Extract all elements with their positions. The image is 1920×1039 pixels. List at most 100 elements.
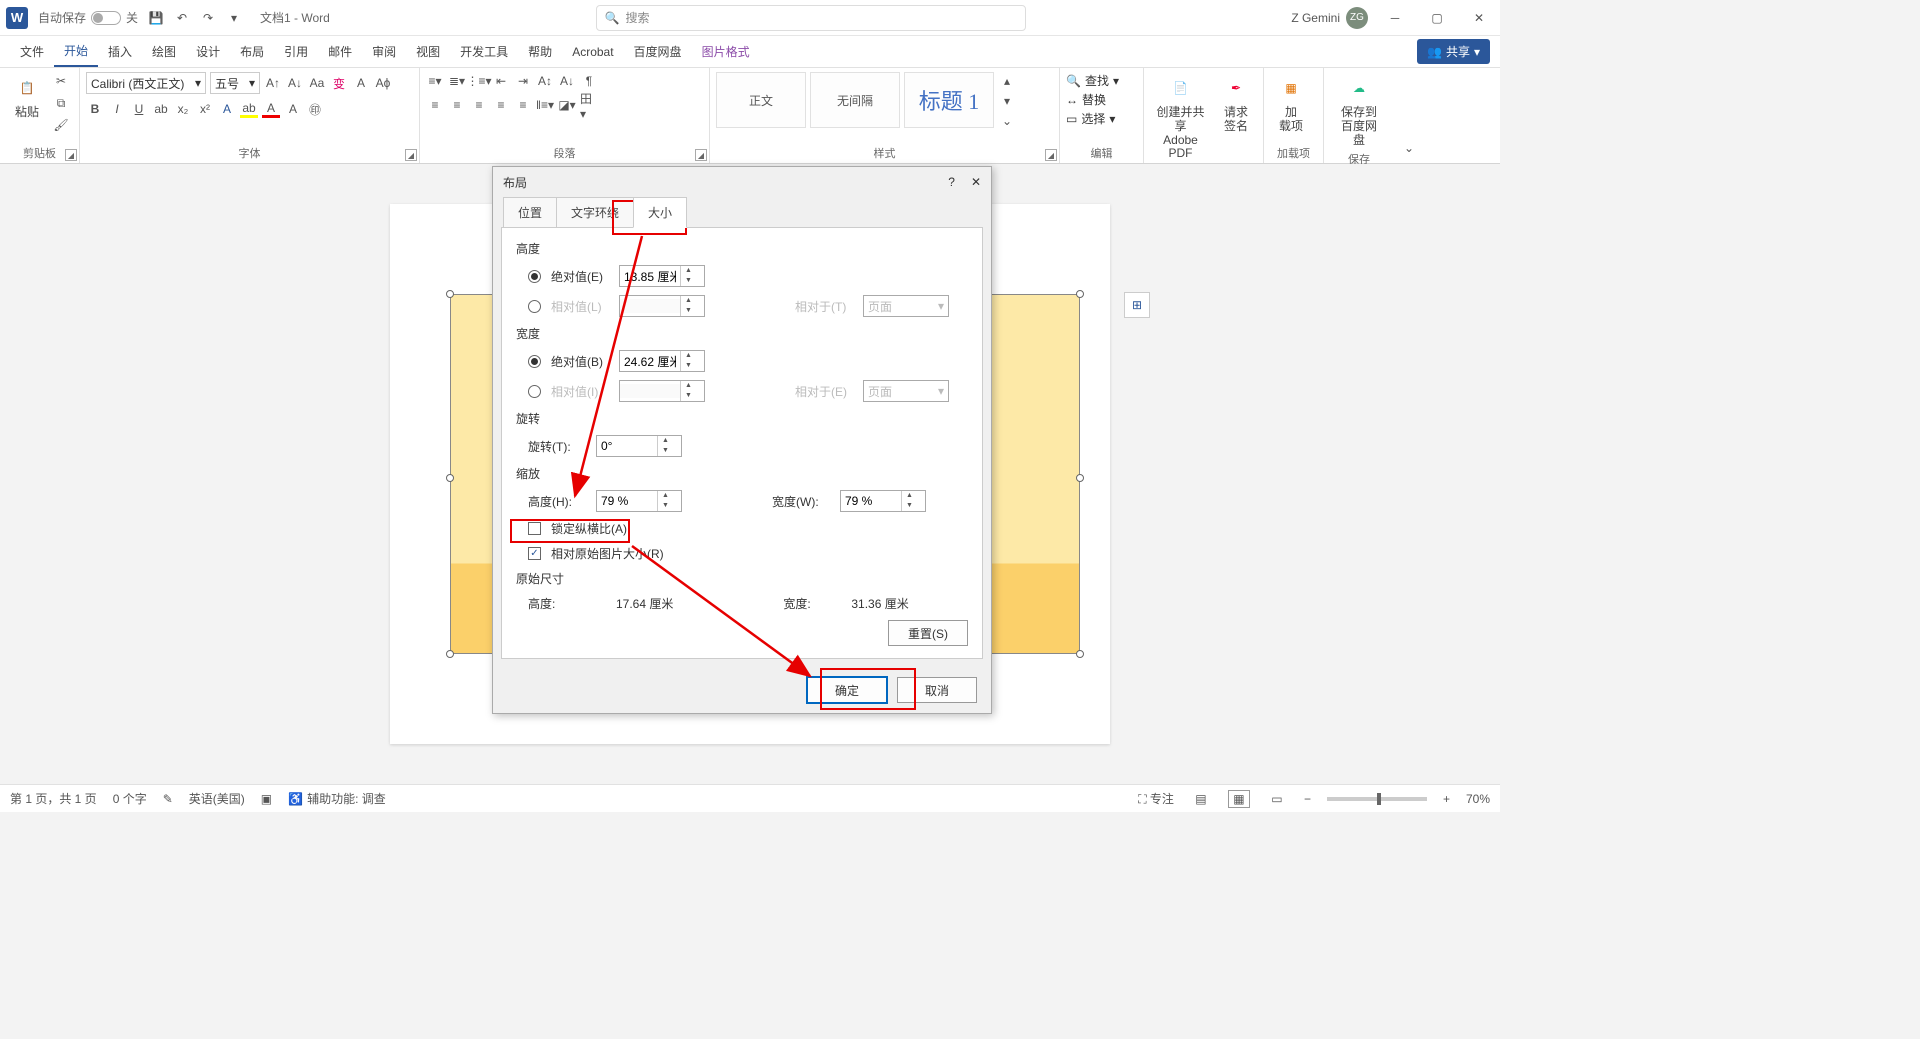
align-left-icon[interactable]: ≡: [426, 96, 444, 114]
char-shading-icon[interactable]: A: [284, 100, 302, 118]
addins-button[interactable]: ▦加 载项: [1270, 72, 1312, 136]
rel-orig-checkbox[interactable]: ✓: [528, 547, 541, 560]
scale-h-input[interactable]: ▲▼: [596, 490, 682, 512]
tab-home[interactable]: 开始: [54, 36, 98, 67]
styles-more-icon[interactable]: ⌄: [998, 112, 1016, 130]
tab-picture-format[interactable]: 图片格式: [692, 37, 760, 66]
handle-br[interactable]: [1076, 650, 1084, 658]
clear-format-icon[interactable]: Aϕ: [374, 74, 392, 92]
tab-layout[interactable]: 布局: [230, 37, 274, 66]
cut-icon[interactable]: ✂: [52, 72, 70, 90]
redo-icon[interactable]: ↷: [200, 10, 216, 26]
account-button[interactable]: Z Gemini ZG: [1291, 7, 1368, 29]
width-abs-input[interactable]: ▲▼: [619, 350, 705, 372]
clipboard-launcher[interactable]: ◢: [65, 149, 77, 161]
styles-launcher[interactable]: ◢: [1045, 149, 1057, 161]
dialog-tab-size[interactable]: 大小: [633, 197, 687, 228]
status-lang[interactable]: 英语(美国): [189, 790, 245, 807]
text-effects-icon[interactable]: A: [218, 100, 236, 118]
tab-developer[interactable]: 开发工具: [450, 37, 518, 66]
status-macro-icon[interactable]: ▣: [261, 792, 272, 806]
zoom-slider[interactable]: [1327, 797, 1427, 801]
style-heading1[interactable]: 标题 1: [904, 72, 994, 128]
save-baidu-button[interactable]: ☁保存到 百度网盘: [1330, 72, 1388, 149]
autosave-toggle[interactable]: 自动保存 关: [38, 9, 138, 26]
bold-icon[interactable]: B: [86, 100, 104, 118]
undo-icon[interactable]: ↶: [174, 10, 190, 26]
styles-down-icon[interactable]: ▾: [998, 92, 1016, 110]
dialog-tab-position[interactable]: 位置: [503, 197, 557, 228]
asian-layout-icon[interactable]: A↕: [536, 72, 554, 90]
highlight-icon[interactable]: ab: [240, 100, 258, 118]
font-size-combo[interactable]: 五号▾: [210, 72, 260, 94]
numbering-icon[interactable]: ≣▾: [448, 72, 466, 90]
align-center-icon[interactable]: ≡: [448, 96, 466, 114]
tab-view[interactable]: 视图: [406, 37, 450, 66]
show-hide-icon[interactable]: ¶: [580, 72, 598, 90]
cancel-button[interactable]: 取消: [897, 677, 977, 703]
select-button[interactable]: ▭选择▾: [1066, 110, 1115, 127]
underline-icon[interactable]: U: [130, 100, 148, 118]
height-rel-radio[interactable]: [528, 300, 541, 313]
ok-button[interactable]: 确定: [807, 677, 887, 703]
tab-draw[interactable]: 绘图: [142, 37, 186, 66]
tab-file[interactable]: 文件: [10, 37, 54, 66]
enclose-icon[interactable]: ㊞: [306, 100, 324, 118]
justify-icon[interactable]: ≡: [492, 96, 510, 114]
font-launcher[interactable]: ◢: [405, 149, 417, 161]
replace-button[interactable]: ↔替换: [1066, 91, 1106, 108]
shading-icon[interactable]: ◪▾: [558, 96, 576, 114]
styles-up-icon[interactable]: ▴: [998, 72, 1016, 90]
style-nospace[interactable]: 无间隔: [810, 72, 900, 128]
handle-mr[interactable]: [1076, 474, 1084, 482]
tab-mailings[interactable]: 邮件: [318, 37, 362, 66]
focus-mode[interactable]: ⛶ 专注: [1138, 790, 1174, 807]
increase-indent-icon[interactable]: ⇥: [514, 72, 532, 90]
decrease-indent-icon[interactable]: ⇤: [492, 72, 510, 90]
status-proofing-icon[interactable]: ✎: [163, 792, 173, 806]
tab-references[interactable]: 引用: [274, 37, 318, 66]
dialog-tab-wrap[interactable]: 文字环绕: [556, 197, 634, 228]
lock-aspect-checkbox[interactable]: [528, 522, 541, 535]
grow-font-icon[interactable]: A↑: [264, 74, 282, 92]
subscript-icon[interactable]: x₂: [174, 100, 192, 118]
handle-bl[interactable]: [446, 650, 454, 658]
minimize-button[interactable]: ─: [1380, 7, 1410, 29]
font-name-combo[interactable]: Calibri (西文正文)▾: [86, 72, 206, 94]
multilevel-icon[interactable]: ⋮≡▾: [470, 72, 488, 90]
width-abs-radio[interactable]: [528, 355, 541, 368]
format-painter-icon[interactable]: 🖌: [52, 116, 70, 134]
italic-icon[interactable]: I: [108, 100, 126, 118]
scale-w-input[interactable]: ▲▼: [840, 490, 926, 512]
line-spacing-icon[interactable]: ‖≡▾: [536, 96, 554, 114]
handle-ml[interactable]: [446, 474, 454, 482]
zoom-out-icon[interactable]: −: [1304, 792, 1311, 806]
distributed-icon[interactable]: ≡: [514, 96, 532, 114]
paragraph-launcher[interactable]: ◢: [695, 149, 707, 161]
tab-help[interactable]: 帮助: [518, 37, 562, 66]
bullets-icon[interactable]: ≡▾: [426, 72, 444, 90]
change-case-icon[interactable]: Aa: [308, 74, 326, 92]
acrobat-create-button[interactable]: 📄创建并共享 Adobe PDF: [1150, 72, 1211, 163]
tab-acrobat[interactable]: Acrobat: [562, 39, 623, 65]
handle-tl[interactable]: [446, 290, 454, 298]
rotate-input[interactable]: ▲▼: [596, 435, 682, 457]
close-window-button[interactable]: ✕: [1464, 7, 1494, 29]
maximize-button[interactable]: ▢: [1422, 7, 1452, 29]
status-page[interactable]: 第 1 页，共 1 页: [10, 790, 97, 807]
reset-button[interactable]: 重置(S): [888, 620, 968, 646]
phonetic-icon[interactable]: 变: [330, 74, 348, 92]
print-layout-icon[interactable]: ▦: [1228, 790, 1250, 808]
web-layout-icon[interactable]: ▭: [1266, 790, 1288, 808]
char-border-icon[interactable]: A: [352, 74, 370, 92]
align-right-icon[interactable]: ≡: [470, 96, 488, 114]
tab-insert[interactable]: 插入: [98, 37, 142, 66]
font-color-icon[interactable]: A: [262, 100, 280, 118]
zoom-in-icon[interactable]: +: [1443, 792, 1450, 806]
tab-design[interactable]: 设计: [186, 37, 230, 66]
status-words[interactable]: 0 个字: [113, 790, 147, 807]
tab-review[interactable]: 审阅: [362, 37, 406, 66]
paste-button[interactable]: 📋 粘贴: [6, 72, 48, 122]
borders-icon[interactable]: 田▾: [580, 96, 598, 114]
status-accessibility[interactable]: ♿辅助功能: 调查: [288, 790, 386, 807]
